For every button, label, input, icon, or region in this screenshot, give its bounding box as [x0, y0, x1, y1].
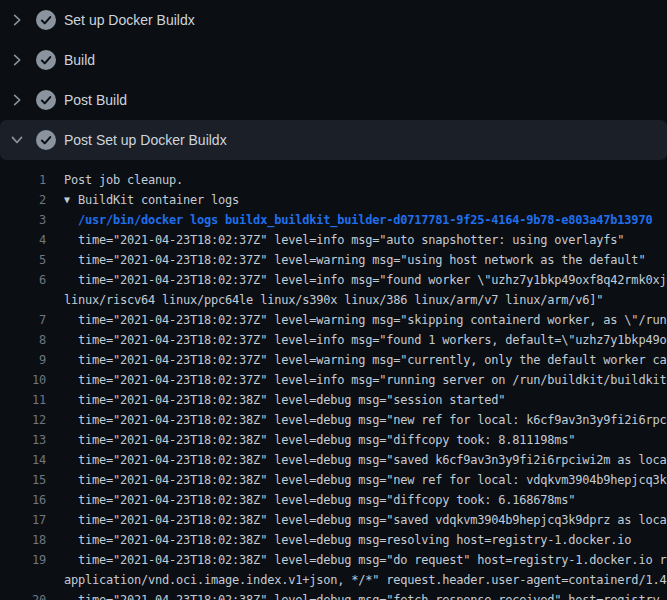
step-header-set-up-docker-buildx[interactable]: Set up Docker Buildx — [0, 0, 667, 40]
log-text: time="2021-04-23T18:02:38Z" level=debug … — [64, 510, 667, 530]
step-header-post-set-up-docker-buildx[interactable]: Post Set up Docker Buildx — [0, 120, 667, 160]
log-text: time="2021-04-23T18:02:38Z" level=debug … — [64, 470, 667, 490]
check-circle-icon — [36, 50, 56, 70]
actions-log-viewer: Set up Docker Buildx Build Post Build Post … — [0, 0, 667, 600]
step-header-post-build[interactable]: Post Build — [0, 80, 667, 120]
check-circle-icon — [36, 10, 56, 30]
line-number[interactable]: 2 — [0, 190, 46, 210]
line-number[interactable]: 5 — [0, 250, 46, 270]
log-text: time="2021-04-23T18:02:37Z" level=warnin… — [64, 250, 645, 270]
log-line-2: 2 ▼BuildKit container logs — [0, 190, 667, 210]
log-text: time="2021-04-23T18:02:38Z" level=debug … — [64, 530, 631, 550]
log-line-11: 11 time="2021-04-23T18:02:38Z" level=deb… — [0, 390, 667, 410]
log-line-3: 3 /usr/bin/docker logs buildx_buildkit_b… — [0, 210, 667, 230]
log-command-text: /usr/bin/docker logs buildx_buildkit_bui… — [64, 210, 652, 230]
log-line-7: 7 time="2021-04-23T18:02:37Z" level=warn… — [0, 310, 667, 330]
line-number[interactable]: 8 — [0, 330, 46, 350]
line-number[interactable]: 18 — [0, 530, 46, 550]
check-circle-icon — [36, 130, 56, 150]
log-text: linux/riscv64 linux/ppc64le linux/s390x … — [64, 290, 603, 310]
log-text: application/vnd.oci.image.index.v1+json,… — [64, 570, 667, 590]
log-line-8: 8 time="2021-04-23T18:02:37Z" level=info… — [0, 330, 667, 350]
group-collapse-triangle-icon: ▼ — [64, 190, 78, 210]
line-number[interactable]: 7 — [0, 310, 46, 330]
log-text: time="2021-04-23T18:02:37Z" level=info m… — [64, 370, 667, 390]
line-number[interactable]: 13 — [0, 430, 46, 450]
log-text: time="2021-04-23T18:02:38Z" level=debug … — [64, 490, 575, 510]
line-number[interactable]: 16 — [0, 490, 46, 510]
log-text: time="2021-04-23T18:02:38Z" level=debug … — [64, 450, 667, 470]
log-line-14: 14 time="2021-04-23T18:02:38Z" level=deb… — [0, 450, 667, 470]
line-number[interactable]: 11 — [0, 390, 46, 410]
line-number[interactable]: 14 — [0, 450, 46, 470]
line-number[interactable]: 1 — [0, 170, 46, 190]
log-line-20: 20 time="2021-04-23T18:02:38Z" level=deb… — [0, 590, 667, 600]
log-line-5: 5 time="2021-04-23T18:02:37Z" level=warn… — [0, 250, 667, 270]
log-line-18: 18 time="2021-04-23T18:02:38Z" level=deb… — [0, 530, 667, 550]
log-text: time="2021-04-23T18:02:37Z" level=info m… — [64, 230, 624, 250]
log-line-12: 12 time="2021-04-23T18:02:38Z" level=deb… — [0, 410, 667, 430]
log-text: time="2021-04-23T18:02:37Z" level=warnin… — [64, 350, 667, 370]
step-label: Set up Docker Buildx — [64, 12, 195, 28]
line-number — [0, 290, 46, 310]
log-text: Post job cleanup. — [64, 170, 183, 190]
log-line-wrap: linux/riscv64 linux/ppc64le linux/s390x … — [0, 290, 667, 310]
line-number[interactable]: 15 — [0, 470, 46, 490]
log-text: time="2021-04-23T18:02:37Z" level=info m… — [64, 330, 667, 350]
chevron-right-icon — [10, 12, 24, 28]
log-line-6: 6 time="2021-04-23T18:02:37Z" level=info… — [0, 270, 667, 290]
log-text: time="2021-04-23T18:02:38Z" level=debug … — [64, 410, 667, 430]
line-number[interactable]: 19 — [0, 550, 46, 570]
group-label: BuildKit container logs — [78, 193, 239, 207]
log-area: 1 Post job cleanup. 2 ▼BuildKit container l… — [0, 160, 667, 600]
chevron-right-icon — [10, 92, 24, 108]
line-number — [0, 570, 46, 590]
log-line-19: 19 time="2021-04-23T18:02:38Z" level=deb… — [0, 550, 667, 570]
line-number[interactable]: 20 — [0, 590, 46, 600]
step-label: Post Set up Docker Buildx — [64, 132, 227, 148]
log-line-wrap: application/vnd.oci.image.index.v1+json,… — [0, 570, 667, 590]
log-text: time="2021-04-23T18:02:38Z" level=debug … — [64, 590, 667, 600]
log-text: time="2021-04-23T18:02:37Z" level=info m… — [64, 270, 667, 290]
log-text: time="2021-04-23T18:02:38Z" level=debug … — [64, 430, 575, 450]
log-line-13: 13 time="2021-04-23T18:02:38Z" level=deb… — [0, 430, 667, 450]
log-line-17: 17 time="2021-04-23T18:02:38Z" level=deb… — [0, 510, 667, 530]
line-number[interactable]: 9 — [0, 350, 46, 370]
step-label: Build — [64, 52, 95, 68]
log-line-15: 15 time="2021-04-23T18:02:38Z" level=deb… — [0, 470, 667, 490]
log-line-4: 4 time="2021-04-23T18:02:37Z" level=info… — [0, 230, 667, 250]
line-number[interactable]: 4 — [0, 230, 46, 250]
log-text: time="2021-04-23T18:02:37Z" level=warnin… — [64, 310, 667, 330]
step-header-build[interactable]: Build — [0, 40, 667, 80]
check-circle-icon — [36, 90, 56, 110]
step-list: Set up Docker Buildx Build Post Build Post … — [0, 0, 667, 160]
log-line-10: 10 time="2021-04-23T18:02:37Z" level=inf… — [0, 370, 667, 390]
chevron-right-icon — [10, 52, 24, 68]
line-number[interactable]: 17 — [0, 510, 46, 530]
line-number[interactable]: 12 — [0, 410, 46, 430]
chevron-down-icon — [10, 132, 24, 148]
log-line-1: 1 Post job cleanup. — [0, 170, 667, 190]
log-text: time="2021-04-23T18:02:38Z" level=debug … — [64, 550, 667, 570]
log-text: time="2021-04-23T18:02:38Z" level=debug … — [64, 390, 505, 410]
step-label: Post Build — [64, 92, 127, 108]
log-text[interactable]: ▼BuildKit container logs — [64, 190, 239, 210]
log-line-16: 16 time="2021-04-23T18:02:38Z" level=deb… — [0, 490, 667, 510]
log-line-9: 9 time="2021-04-23T18:02:37Z" level=warn… — [0, 350, 667, 370]
line-number[interactable]: 3 — [0, 210, 46, 230]
line-number[interactable]: 6 — [0, 270, 46, 290]
line-number[interactable]: 10 — [0, 370, 46, 390]
